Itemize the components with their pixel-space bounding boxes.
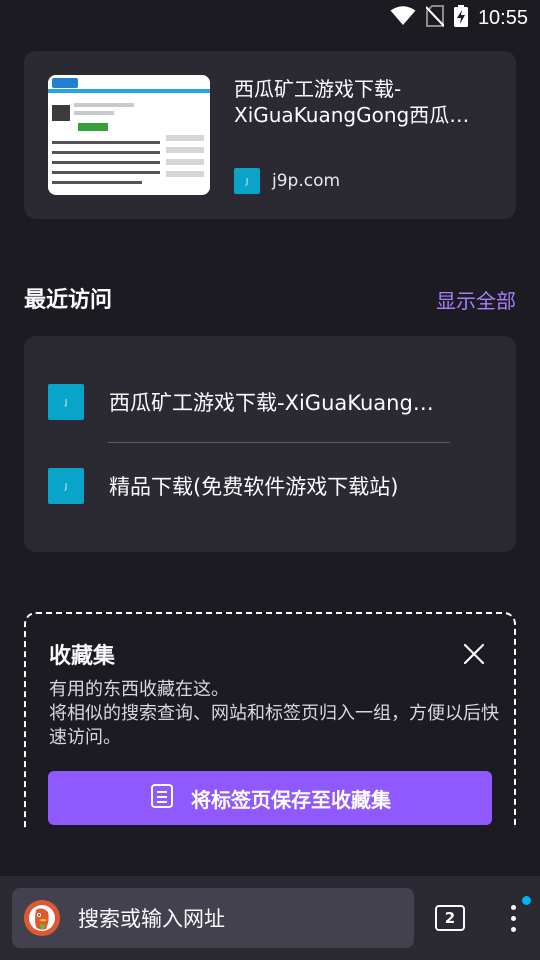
history-item-title: 精品下载(免费软件游戏下载站) [109, 475, 399, 499]
save-to-collection-label: 将标签页保存至收藏集 [191, 787, 391, 812]
wifi-icon [390, 6, 416, 30]
search-input[interactable]: 搜索或输入网址 [12, 888, 414, 948]
site-favicon: J [48, 468, 84, 504]
history-item[interactable]: J 西瓜矿工游戏下载-XiGuaKuangGong西瓜矿工 [48, 382, 468, 422]
history-item[interactable]: J 精品下载(免费软件游戏下载站) [48, 466, 468, 506]
history-item-title: 西瓜矿工游戏下载-XiGuaKuangGong西瓜矿工 [109, 391, 449, 415]
recent-tab-title: 西瓜矿工游戏下载- XiGuaKuangGong西瓜… [234, 76, 484, 128]
recent-tab-site: J j9p.com [234, 168, 340, 194]
menu-dot [511, 905, 516, 910]
close-icon[interactable] [462, 642, 486, 666]
menu-button[interactable] [500, 896, 531, 936]
no-sim-icon [425, 5, 445, 31]
menu-dot [511, 916, 516, 921]
history-divider [108, 442, 450, 443]
tab-thumbnail [48, 75, 210, 195]
show-all-link[interactable]: 显示全部 [436, 285, 516, 314]
collections-title: 收藏集 [49, 644, 116, 669]
collections-panel: 收藏集 有用的东西收藏在这。 将相似的搜索查询、网站和标签页归入一组，方便以后快… [24, 612, 516, 828]
tabs-counter-button[interactable]: 2 [435, 905, 465, 931]
collections-description-line2: 将相似的搜索查询、网站和标签页归入一组，方便以后快速访问。 [49, 703, 499, 748]
site-favicon: J [234, 168, 260, 194]
recent-tab-title-line1: 西瓜矿工游戏下载- [234, 77, 402, 101]
collection-icon [149, 783, 175, 813]
save-to-collection-button[interactable]: 将标签页保存至收藏集 [48, 771, 492, 825]
notification-dot [522, 896, 531, 905]
duckduckgo-icon [24, 900, 60, 936]
tab-count: 2 [444, 909, 456, 927]
search-placeholder: 搜索或输入网址 [78, 907, 225, 931]
bottom-toolbar: 搜索或输入网址 2 [0, 876, 540, 960]
battery-charging-icon [453, 5, 468, 31]
site-favicon: J [48, 384, 84, 420]
collections-description-line1: 有用的东西收藏在这。 [49, 679, 229, 700]
recent-visits-title: 最近访问 [24, 288, 113, 313]
menu-dot [511, 927, 516, 932]
collections-description: 有用的东西收藏在这。 将相似的搜索查询、网站和标签页归入一组，方便以后快速访问。 [49, 678, 499, 750]
recent-tab-title-line2: XiGuaKuangGong西瓜… [234, 103, 470, 127]
recent-tab-domain: j9p.com [272, 171, 341, 191]
recent-visits-card: J 西瓜矿工游戏下载-XiGuaKuangGong西瓜矿工 J 精品下载(免费软… [24, 336, 516, 552]
status-bar: 10:55 [0, 0, 540, 36]
recent-tab-card[interactable]: 西瓜矿工游戏下载- XiGuaKuangGong西瓜… J j9p.com [24, 51, 516, 219]
status-time: 10:55 [477, 6, 528, 29]
